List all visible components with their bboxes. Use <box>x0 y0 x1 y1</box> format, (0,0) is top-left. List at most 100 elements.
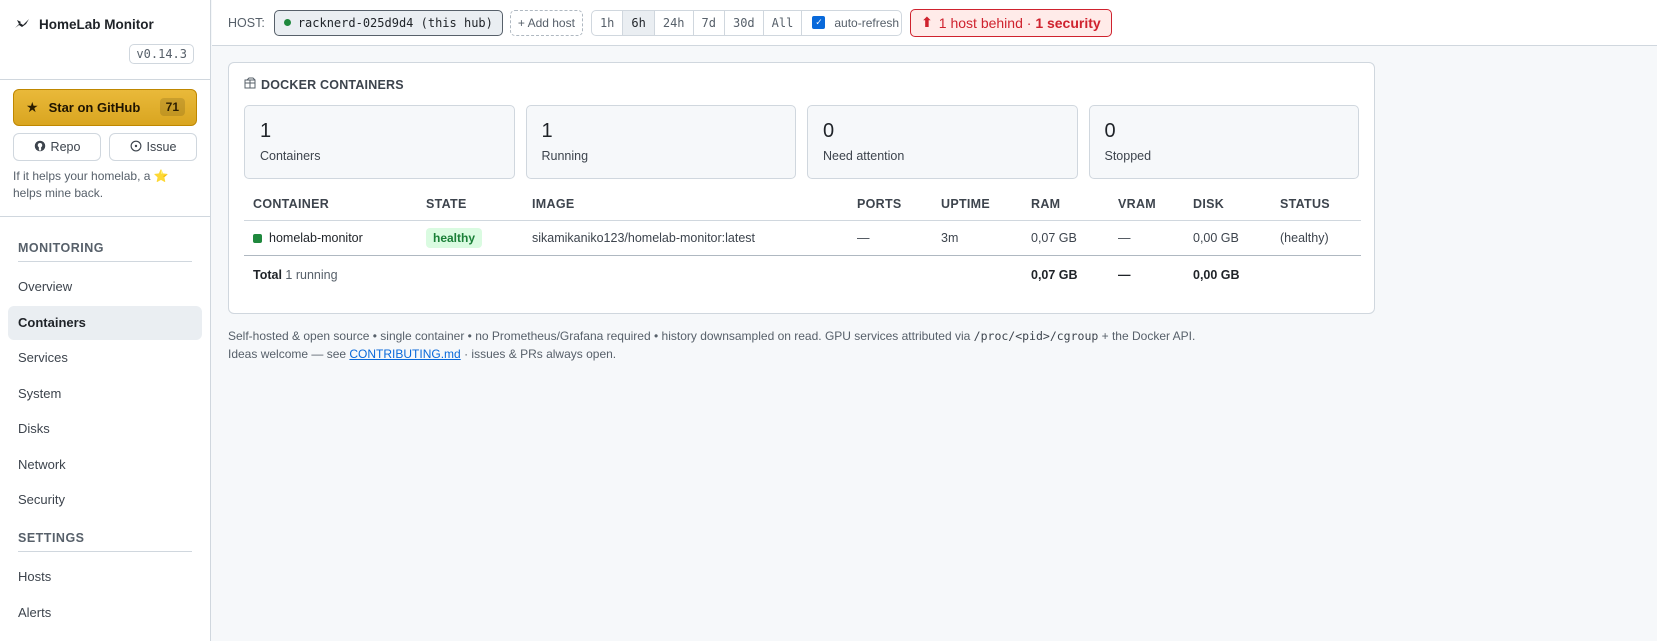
sidebar-item-system[interactable]: System <box>8 377 202 411</box>
footer-line-2-text: Ideas welcome — see <box>228 347 350 361</box>
sidebar-nav: MONITORING Overview Containers Services … <box>0 241 210 630</box>
stat-running: 1 Running <box>525 105 796 179</box>
total-disk: 0,00 GB <box>1193 267 1240 282</box>
sidebar-item-services[interactable]: Services <box>8 341 202 375</box>
box-icon <box>244 77 256 92</box>
container-status-indicator <box>253 233 262 243</box>
range-6h-button[interactable]: 6h <box>623 10 655 35</box>
brand-header: HomeLab Monitor v0.14.3 <box>0 0 210 80</box>
total-label: Total <box>253 267 282 282</box>
column-header-container[interactable]: CONTAINER <box>244 197 417 221</box>
card-title: DOCKER CONTAINERS <box>244 77 1359 92</box>
monitoring-heading: MONITORING <box>18 241 192 262</box>
stat-label: Running <box>541 149 589 163</box>
column-header-status[interactable]: STATUS <box>1271 197 1361 221</box>
stat-label: Stopped <box>1104 149 1152 163</box>
repo-button-label: Repo <box>50 140 81 154</box>
column-header-ports[interactable]: PORTS <box>848 197 932 221</box>
column-header-vram[interactable]: VRAM <box>1109 197 1184 221</box>
stat-label: Need attention <box>823 149 905 163</box>
cell-image: sikamikaniko123/homelab-monitor:latest <box>523 220 848 256</box>
update-alert-pill[interactable]: ⬆ 1 host behind · 1 security <box>910 8 1112 37</box>
range-7d-button[interactable]: 7d <box>694 10 725 35</box>
alert-prefix-text: 1 host behind · <box>938 14 1032 31</box>
app-title: HomeLab Monitor <box>39 16 154 32</box>
range-30d-button[interactable]: 30d <box>725 10 764 35</box>
table-total-row: Total 1 running 0,07 GB — 0,00 GB <box>244 256 1361 294</box>
cell-status: (healthy) <box>1271 220 1361 256</box>
add-host-button[interactable]: + Add host <box>509 9 583 36</box>
arrow-up-icon: ⬆ <box>921 14 933 30</box>
column-header-image[interactable]: IMAGE <box>523 197 848 221</box>
stat-label: Containers <box>260 149 321 163</box>
cell-state: healthy <box>417 220 523 256</box>
star-on-github-button[interactable]: ★ Star on GitHub 71 <box>13 89 197 126</box>
sidebar-item-disks[interactable]: Disks <box>8 412 202 446</box>
host-label: HOST: <box>228 15 265 30</box>
repo-button[interactable]: Repo <box>13 133 101 161</box>
sidebar-item-network[interactable]: Network <box>8 448 202 482</box>
total-status-empty <box>1271 256 1361 294</box>
stat-containers: 1 Containers <box>244 105 515 179</box>
issue-circle-icon <box>130 140 142 155</box>
github-icon <box>34 140 46 155</box>
range-24h-button[interactable]: 24h <box>655 10 694 35</box>
docker-containers-card: DOCKER CONTAINERS 1 Containers 1 Running… <box>228 62 1375 314</box>
settings-nav-list: Hosts Alerts <box>8 560 202 630</box>
footer-line-1-suffix: + the Docker API. <box>1098 329 1196 343</box>
stats-row: 1 Containers 1 Running 0 Need attention … <box>244 105 1359 179</box>
contributing-link[interactable]: CONTRIBUTING.md <box>349 347 460 361</box>
host-selector[interactable]: racknerd-025d9d4 (this hub) <box>273 9 503 36</box>
footer-line-2-suffix: · issues & PRs always open. <box>460 347 617 361</box>
total-ram: 0,07 GB <box>1031 267 1078 282</box>
sidebar-item-hosts[interactable]: Hosts <box>8 560 202 594</box>
cgroup-path-code: /proc/<pid>/cgroup <box>973 329 1099 343</box>
sidebar-item-alerts[interactable]: Alerts <box>8 596 202 630</box>
total-running-count: 1 running <box>285 267 338 282</box>
footer-line-1: Self-hosted & open source • single conta… <box>228 327 1375 345</box>
column-header-ram[interactable]: RAM <box>1022 197 1109 221</box>
cell-disk: 0,00 GB <box>1184 220 1271 256</box>
brand-bird-icon <box>14 16 30 32</box>
range-all-button[interactable]: All <box>764 10 803 35</box>
star-count-badge: 71 <box>159 98 185 116</box>
table-row[interactable]: homelab-monitor healthy sikamikaniko123/… <box>244 220 1361 256</box>
card-title-text: DOCKER CONTAINERS <box>261 77 404 92</box>
container-name[interactable]: homelab-monitor <box>269 231 363 245</box>
state-badge: healthy <box>426 228 483 248</box>
sidebar-item-overview[interactable]: Overview <box>8 270 202 304</box>
host-selector-value: racknerd-025d9d4 (this hub) <box>297 15 493 30</box>
monitoring-nav-list: Overview Containers Services System Disk… <box>8 270 202 517</box>
issue-button-label: Issue <box>146 140 177 154</box>
cell-uptime: 3m <box>932 220 1022 256</box>
cell-vram: — <box>1109 220 1184 256</box>
star-icon: ★ <box>26 99 39 115</box>
column-header-state[interactable]: STATE <box>417 197 523 221</box>
footer-note: Self-hosted & open source • single conta… <box>228 327 1375 363</box>
total-label-cell: Total 1 running <box>244 256 1022 294</box>
issue-button[interactable]: Issue <box>109 133 197 161</box>
sidebar: HomeLab Monitor v0.14.3 ★ Star on GitHub… <box>0 0 211 641</box>
alert-security-text: 1 security <box>1035 14 1101 31</box>
stat-value: 0 <box>1104 120 1116 142</box>
containers-table: CONTAINER STATE IMAGE PORTS UPTIME RAM V… <box>244 197 1361 294</box>
stat-value: 1 <box>541 120 553 142</box>
auto-refresh-checkbox[interactable]: ✓ <box>812 16 826 29</box>
footer-line-1-text: Self-hosted & open source • single conta… <box>228 329 974 343</box>
auto-refresh-label: auto-refresh <box>834 15 900 30</box>
host-status-dot <box>283 19 291 26</box>
stat-value: 1 <box>260 120 272 142</box>
sidebar-item-security[interactable]: Security <box>8 483 202 517</box>
stat-need-attention: 0 Need attention <box>807 105 1078 179</box>
cell-container: homelab-monitor <box>244 220 417 256</box>
total-vram: — <box>1118 267 1131 282</box>
top-bar: HOST: racknerd-025d9d4 (this hub) + Add … <box>212 0 1657 46</box>
time-range-selector: 1h 6h 24h 7d 30d All ✓ auto-refresh <box>590 9 903 36</box>
auto-refresh-toggle: ✓ auto-refresh <box>802 11 901 35</box>
range-1h-button[interactable]: 1h <box>592 10 624 35</box>
stat-stopped: 0 Stopped <box>1088 105 1359 179</box>
column-header-uptime[interactable]: UPTIME <box>932 197 1022 221</box>
sidebar-item-containers[interactable]: Containers <box>8 305 202 340</box>
column-header-disk[interactable]: DISK <box>1184 197 1271 221</box>
table-header-row: CONTAINER STATE IMAGE PORTS UPTIME RAM V… <box>244 197 1361 221</box>
